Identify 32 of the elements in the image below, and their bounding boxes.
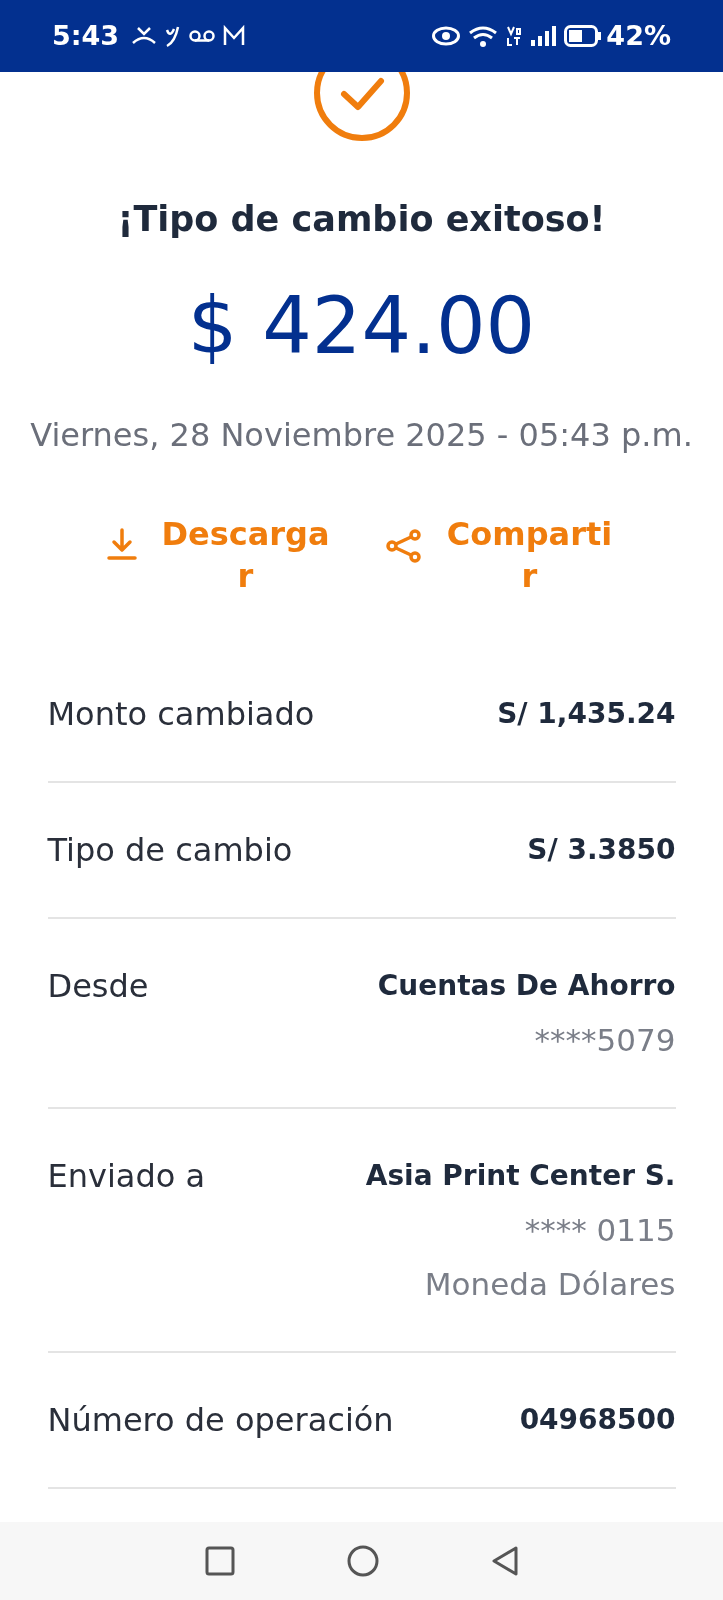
share-icon [384,527,423,565]
date-time: Viernes, 28 Noviembre 2025 - 05:43 p.m. [30,415,693,455]
voicemail-icon [189,29,216,43]
detail-label: Monto cambiado [47,695,315,733]
detail-label: Número de operación [47,1401,394,1439]
volte-icon [506,25,523,47]
home-icon[interactable] [345,1544,380,1578]
detail-subtext: Moneda Dólares [424,1265,676,1303]
battery-icon [564,25,603,47]
detail-value: Cuentas De Ahorro [377,968,676,1004]
detail-subtext: ****5079 [534,1021,676,1059]
wifi-icon [468,24,499,48]
detail-label: Tipo de cambio [47,831,293,869]
status-time: 5:43 [52,18,120,53]
success-title: ¡Tipo de cambio exitoso! [117,198,606,241]
signal-icon [530,25,557,47]
recents-icon[interactable] [203,1545,236,1577]
amount: $ 424.00 [187,287,536,365]
mail-icon [223,25,246,47]
detail-value: 04968500 [519,1402,676,1438]
detail-subtext: **** 0115 [524,1211,676,1249]
share-button[interactable]: Compartir [384,513,619,597]
battery-percent: 42% [606,18,671,53]
detail-label: Enviado a [47,1157,206,1195]
detail-label: Desde [47,967,149,1005]
detail-value: S/ 1,435.24 [497,696,676,732]
download-button[interactable]: Descargar [104,513,335,597]
download-icon [104,527,139,561]
eye-icon [432,26,461,46]
detail-value: Asia Print Center S. [365,1158,676,1194]
check-icon [312,72,411,142]
detail-value: S/ 3.3850 [527,832,676,868]
